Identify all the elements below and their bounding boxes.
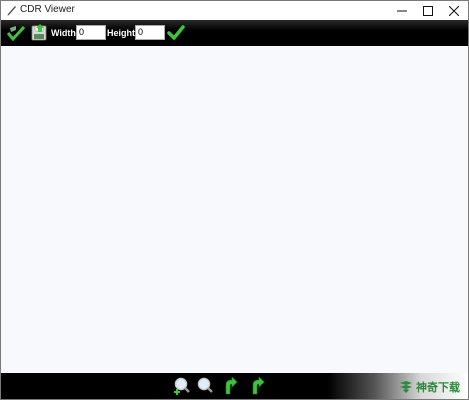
zoom-in-icon[interactable]	[172, 376, 192, 396]
height-input[interactable]: 0	[135, 25, 165, 40]
close-icon	[449, 5, 459, 16]
minimize-icon	[397, 10, 407, 11]
zoom-out-icon[interactable]	[195, 376, 215, 396]
maximize-icon	[423, 5, 433, 16]
title-bar: CDR Viewer	[1, 1, 468, 20]
close-button[interactable]	[442, 1, 466, 20]
height-label: Height	[107, 28, 135, 38]
minimize-button[interactable]	[390, 1, 414, 20]
watermark-text: 神奇下载	[416, 381, 460, 394]
apply-check-icon[interactable]	[167, 24, 185, 42]
toolbar: Width 0 Height 0	[1, 20, 468, 46]
drawing-canvas[interactable]	[1, 46, 468, 373]
window-title: CDR Viewer	[20, 4, 75, 15]
app-pen-icon	[7, 6, 16, 16]
app-window: CDR Viewer Width 0 Height 0 神奇下载	[0, 0, 469, 400]
save-icon[interactable]	[30, 24, 48, 42]
width-input[interactable]: 0	[76, 25, 106, 40]
bottom-bar	[1, 373, 468, 399]
rotate-left-icon[interactable]	[220, 376, 240, 396]
watermark: 神奇下载	[399, 379, 460, 395]
watermark-logo-icon	[400, 381, 412, 393]
open-check-icon[interactable]	[7, 24, 25, 42]
maximize-button[interactable]	[416, 1, 440, 20]
rotate-right-icon[interactable]	[245, 376, 265, 396]
width-label: Width	[51, 28, 76, 38]
